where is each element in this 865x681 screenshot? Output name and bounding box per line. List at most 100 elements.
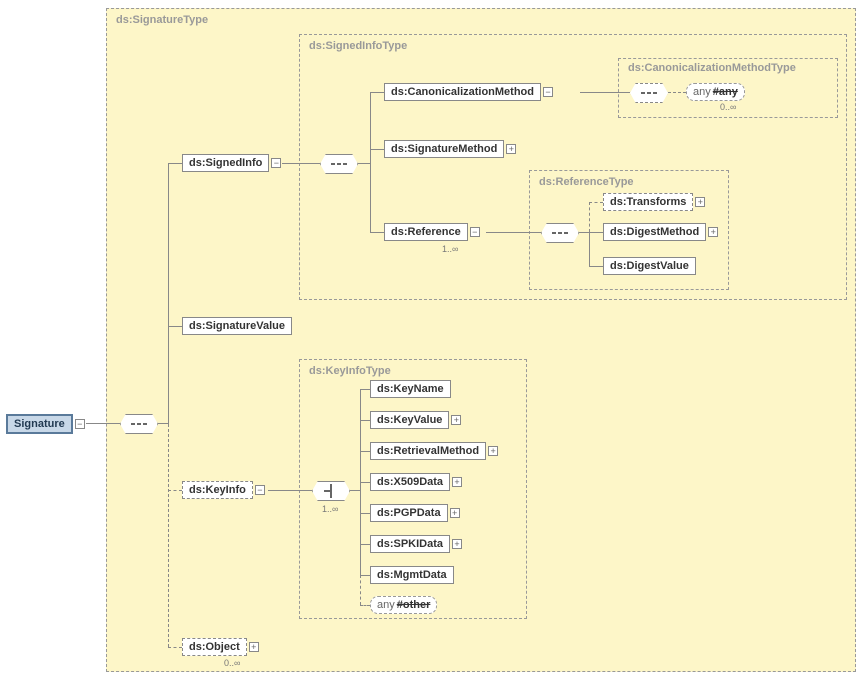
sequence-connector-canon — [630, 83, 668, 103]
connector — [360, 575, 361, 605]
node-sig-method: ds:SignatureMethod + — [384, 140, 516, 158]
sequence-connector-signedinfo — [320, 154, 358, 174]
connector — [86, 423, 120, 424]
connector — [360, 482, 370, 483]
choice-connector-keyinfo — [312, 481, 350, 501]
connector — [580, 92, 630, 93]
connector — [360, 605, 370, 606]
node-signature-root: Signature − — [6, 414, 85, 434]
node-label: ds:PGPData — [370, 504, 448, 522]
node-label: ds:DigestMethod — [603, 223, 706, 241]
choice-icon — [324, 484, 338, 498]
node-reference: ds:Reference − — [384, 223, 480, 241]
node-canon-method: ds:CanonicalizationMethod − — [384, 83, 553, 101]
connector — [589, 232, 590, 266]
type-label-canon: ds:CanonicalizationMethodType — [628, 62, 796, 74]
node-label: ds:KeyInfo — [182, 481, 253, 499]
connector — [668, 92, 686, 93]
connector — [350, 490, 360, 491]
node-label: ds:RetrievalMethod — [370, 442, 486, 460]
node-mgmt: ds:MgmtData — [370, 566, 454, 584]
connector — [168, 326, 182, 327]
plus-icon: + — [450, 508, 460, 518]
schema-diagram: ds:SignatureType ds:SignedInfoType ds:Ca… — [0, 0, 865, 681]
connector — [370, 92, 371, 232]
node-retrieval: ds:RetrievalMethod + — [370, 442, 498, 460]
sequence-connector-root — [120, 414, 158, 434]
connector — [589, 232, 603, 233]
node-label: ds:KeyName — [370, 380, 451, 398]
connector — [168, 424, 169, 647]
type-label-signature: ds:SignatureType — [116, 14, 208, 26]
node-label: ds:SignatureValue — [182, 317, 292, 335]
connector — [360, 420, 370, 421]
node-spki: ds:SPKIData + — [370, 535, 462, 553]
node-label: ds:Transforms — [603, 193, 693, 211]
connector — [486, 232, 541, 233]
node-label: ds:MgmtData — [370, 566, 454, 584]
plus-icon: + — [451, 415, 461, 425]
node-digest-method: ds:DigestMethod + — [603, 223, 718, 241]
connector — [589, 202, 603, 203]
plus-icon: + — [488, 446, 498, 456]
minus-icon: − — [255, 485, 265, 495]
connector — [360, 513, 370, 514]
connector — [370, 149, 384, 150]
type-label-keyinfo: ds:KeyInfoType — [309, 365, 391, 377]
sequence-icon — [641, 92, 657, 94]
plus-icon: + — [708, 227, 718, 237]
connector — [358, 163, 370, 164]
node-signature-value: ds:SignatureValue — [182, 317, 292, 335]
node-label: ds:Object — [182, 638, 247, 656]
connector — [168, 163, 182, 164]
node-keyvalue: ds:KeyValue + — [370, 411, 461, 429]
connector — [589, 266, 603, 267]
connector — [268, 490, 312, 491]
node-label: ds:Reference — [384, 223, 468, 241]
node-label: ds:SignatureMethod — [384, 140, 504, 158]
occurs-keyinfo-choice: 1..∞ — [322, 504, 338, 514]
node-label: ds:CanonicalizationMethod — [384, 83, 541, 101]
node-label: ds:DigestValue — [603, 257, 696, 275]
any-canon: any#any — [686, 83, 745, 101]
node-label: ds:SPKIData — [370, 535, 450, 553]
connector — [370, 92, 384, 93]
plus-icon: + — [452, 539, 462, 549]
occurs-canon-any: 0..∞ — [720, 102, 736, 112]
minus-icon: − — [470, 227, 480, 237]
connector — [168, 490, 182, 491]
connector — [370, 232, 384, 233]
connector — [168, 647, 182, 648]
node-pgp: ds:PGPData + — [370, 504, 460, 522]
connector — [360, 389, 370, 390]
node-keyname: ds:KeyName — [370, 380, 451, 398]
occurs-reference: 1..∞ — [442, 244, 458, 254]
sequence-icon — [331, 163, 347, 165]
minus-icon: − — [543, 87, 553, 97]
node-digest-value: ds:DigestValue — [603, 257, 696, 275]
node-label: ds:SignedInfo — [182, 154, 269, 172]
node-object: ds:Object + — [182, 638, 259, 656]
node-label: ds:X509Data — [370, 473, 450, 491]
any-keyinfo: any#other — [370, 596, 437, 614]
plus-icon: + — [506, 144, 516, 154]
node-label: ds:KeyValue — [370, 411, 449, 429]
connector — [360, 544, 370, 545]
connector — [168, 163, 169, 424]
plus-icon: + — [695, 197, 705, 207]
type-label-signedinfo: ds:SignedInfoType — [309, 40, 407, 52]
connector — [589, 202, 590, 232]
minus-icon: − — [75, 419, 85, 429]
occurs-object: 0..∞ — [224, 658, 240, 668]
connector — [360, 575, 370, 576]
node-x509: ds:X509Data + — [370, 473, 462, 491]
plus-icon: + — [249, 642, 259, 652]
type-label-reference: ds:ReferenceType — [539, 176, 634, 188]
node-signedinfo: ds:SignedInfo − — [182, 154, 281, 172]
connector — [282, 163, 320, 164]
connector — [360, 451, 370, 452]
node-transforms: ds:Transforms + — [603, 193, 705, 211]
node-keyinfo: ds:KeyInfo − — [182, 481, 265, 499]
sequence-icon — [131, 423, 147, 425]
sequence-connector-reference — [541, 223, 579, 243]
